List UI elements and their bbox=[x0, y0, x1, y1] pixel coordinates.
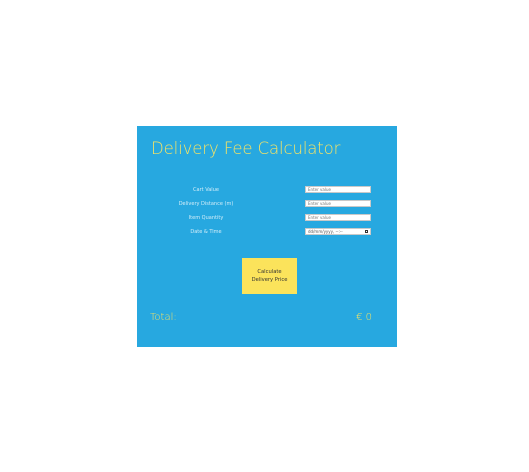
date-time-row: Date & Time dd/mm/yyyy, --:-- bbox=[137, 228, 397, 237]
delivery-distance-input[interactable] bbox=[305, 200, 371, 207]
calculator-card: Delivery Fee Calculator Cart Value Deliv… bbox=[137, 126, 397, 347]
cart-value-row: Cart Value bbox=[137, 186, 397, 195]
calculate-button-line2: Delivery Price bbox=[251, 277, 288, 283]
calculate-button-label: Calculate Delivery Price bbox=[252, 268, 288, 284]
calendar-icon[interactable] bbox=[364, 229, 368, 234]
cart-value-label: Cart Value bbox=[193, 187, 219, 193]
item-quantity-row: Item Quantity bbox=[137, 214, 397, 223]
page: Delivery Fee Calculator Cart Value Deliv… bbox=[0, 0, 529, 472]
calculate-button-line1: Calculate bbox=[257, 269, 282, 275]
item-quantity-label: Item Quantity bbox=[188, 215, 224, 221]
date-time-input[interactable]: dd/mm/yyyy, --:-- bbox=[305, 228, 371, 235]
date-time-label: Date & Time bbox=[190, 229, 222, 235]
delivery-distance-row: Delivery Distance (m) bbox=[137, 200, 397, 209]
calculate-delivery-price-button[interactable]: Calculate Delivery Price bbox=[242, 258, 297, 294]
total-value: € 0 bbox=[356, 312, 372, 323]
total-label: Total: bbox=[150, 312, 177, 323]
cart-value-input[interactable] bbox=[305, 186, 371, 193]
item-quantity-input[interactable] bbox=[305, 214, 371, 221]
delivery-distance-label: Delivery Distance (m) bbox=[178, 201, 234, 207]
date-time-value: dd/mm/yyyy, --:-- bbox=[308, 228, 343, 234]
page-title: Delivery Fee Calculator bbox=[151, 139, 341, 158]
